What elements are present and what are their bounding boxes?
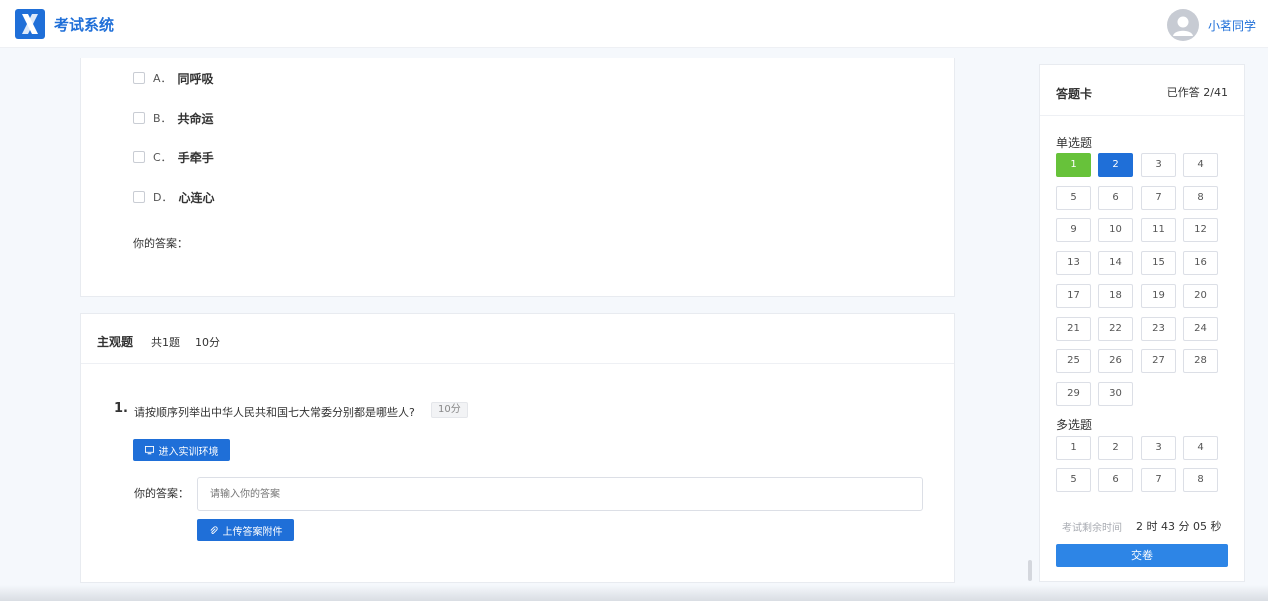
- upload-attachment-label: 上传答案附件: [222, 526, 283, 538]
- answer-input[interactable]: [197, 477, 923, 511]
- multi-question-box-6[interactable]: 6: [1098, 468, 1133, 493]
- option-key: A．: [153, 72, 172, 85]
- user-name[interactable]: 小茗同学: [1208, 17, 1256, 34]
- question-card-previous: [80, 58, 955, 297]
- timer-value: 2 时 43 分 05 秒: [1136, 520, 1222, 533]
- answer-card-header: 答题卡 已作答 2/41: [1040, 65, 1244, 116]
- your-answer-label: 你的答案：: [133, 237, 188, 250]
- single-question-box-20[interactable]: 20: [1183, 283, 1218, 308]
- enter-training-env-label: 进入实训环境: [158, 446, 219, 458]
- option-text: 手牵手: [177, 150, 214, 165]
- single-question-box-3[interactable]: 3: [1141, 153, 1176, 177]
- single-question-box-15[interactable]: 15: [1141, 251, 1176, 276]
- single-question-box-16[interactable]: 16: [1183, 251, 1218, 276]
- single-question-box-2[interactable]: 2: [1098, 153, 1133, 177]
- option-text: 共命运: [177, 111, 214, 126]
- option-d[interactable]: D． 心连心: [133, 189, 215, 205]
- single-question-box-27[interactable]: 27: [1141, 349, 1176, 374]
- option-checkbox[interactable]: [133, 112, 145, 124]
- single-question-box-28[interactable]: 28: [1183, 349, 1218, 374]
- app-logo-icon[interactable]: [15, 9, 45, 39]
- option-a[interactable]: A． 同呼吸: [133, 70, 214, 86]
- option-key: B．: [153, 112, 172, 125]
- single-question-box-6[interactable]: 6: [1098, 185, 1133, 210]
- your-answer-label: 你的答案：: [134, 487, 189, 500]
- app-title: 考试系统: [54, 16, 115, 34]
- answer-progress: 已作答 2/41: [1166, 86, 1228, 99]
- single-question-box-9[interactable]: 9: [1056, 218, 1091, 243]
- option-text: 同呼吸: [177, 71, 214, 86]
- section-title: 主观题: [97, 335, 134, 349]
- single-question-box-13[interactable]: 13: [1056, 251, 1091, 276]
- answer-card-panel: 答题卡 已作答 2/41 单选题 多选题 1 2 3 4 5 6 7 8 9 10 11 12 13 14…: [1039, 64, 1245, 582]
- single-question-box-12[interactable]: 12: [1183, 218, 1218, 243]
- question-grid[interactable]: 单选题 多选题 1 2 3 4 5 6 7 8 9 10 11 12 13 14 15 16 17 18 19 20 2…: [1040, 117, 1244, 505]
- single-question-box-10[interactable]: 10: [1098, 218, 1133, 243]
- single-question-box-7[interactable]: 7: [1141, 185, 1176, 210]
- single-question-box-24[interactable]: 24: [1183, 316, 1218, 341]
- section-header: 主观题 共1题 10分: [81, 314, 954, 364]
- subjective-section: 主观题 共1题 10分 1. 请按顺序列举出中华人民共和国七大常委分别都是哪些人…: [80, 313, 955, 583]
- single-question-box-17[interactable]: 17: [1056, 283, 1091, 308]
- multi-choice-group-title: 多选题: [1056, 417, 1093, 432]
- question-score-badge: 10分: [431, 402, 468, 418]
- window-bottom-edge: [0, 585, 1268, 601]
- single-question-box-26[interactable]: 26: [1098, 349, 1133, 374]
- single-question-box-23[interactable]: 23: [1141, 316, 1176, 341]
- single-question-box-4[interactable]: 4: [1183, 153, 1218, 177]
- single-question-box-5[interactable]: 5: [1056, 185, 1091, 210]
- submit-exam-button[interactable]: 交卷: [1056, 544, 1228, 567]
- multi-question-box-7[interactable]: 7: [1141, 468, 1176, 493]
- single-question-box-30[interactable]: 30: [1098, 381, 1133, 406]
- single-question-box-21[interactable]: 21: [1056, 316, 1091, 341]
- multi-question-box-2[interactable]: 2: [1098, 435, 1133, 460]
- single-question-box-18[interactable]: 18: [1098, 283, 1133, 308]
- single-question-box-11[interactable]: 11: [1141, 218, 1176, 243]
- multi-question-box-5[interactable]: 5: [1056, 468, 1091, 493]
- multi-question-box-1[interactable]: 1: [1056, 435, 1091, 460]
- upload-attachment-button[interactable]: 上传答案附件: [197, 519, 294, 541]
- answer-card-title: 答题卡: [1056, 87, 1093, 101]
- single-choice-group-title: 单选题: [1056, 136, 1093, 150]
- multi-question-box-8[interactable]: 8: [1183, 468, 1218, 493]
- multi-question-box-4[interactable]: 4: [1183, 435, 1218, 460]
- user-avatar-icon[interactable]: [1167, 9, 1199, 41]
- section-score: 10分: [195, 336, 220, 349]
- enter-training-env-button[interactable]: 进入实训环境: [133, 439, 230, 461]
- monitor-icon: [144, 445, 154, 454]
- single-question-box-25[interactable]: 25: [1056, 349, 1091, 374]
- single-question-box-1[interactable]: 1: [1056, 153, 1091, 177]
- option-b[interactable]: B． 共命运: [133, 110, 214, 126]
- option-c[interactable]: C． 手牵手: [133, 149, 214, 165]
- section-count: 共1题: [151, 336, 180, 349]
- option-checkbox[interactable]: [133, 191, 145, 203]
- single-question-box-19[interactable]: 19: [1141, 283, 1176, 308]
- page-scrollbar[interactable]: [1028, 560, 1032, 581]
- single-question-box-8[interactable]: 8: [1183, 185, 1218, 210]
- option-checkbox[interactable]: [133, 151, 145, 163]
- option-key: D．: [153, 191, 173, 204]
- single-question-box-14[interactable]: 14: [1098, 251, 1133, 276]
- timer-label: 考试剩余时间: [1062, 523, 1122, 534]
- top-header: 考试系统 小茗同学: [0, 0, 1268, 48]
- single-question-box-22[interactable]: 22: [1098, 316, 1133, 341]
- option-key: C．: [153, 151, 172, 164]
- paperclip-icon: [209, 525, 218, 534]
- multi-question-box-3[interactable]: 3: [1141, 435, 1176, 460]
- question-text: 请按顺序列举出中华人民共和国七大常委分别都是哪些人?: [134, 406, 415, 419]
- option-checkbox[interactable]: [133, 72, 145, 84]
- question-number: 1.: [114, 401, 128, 416]
- option-text: 心连心: [178, 190, 215, 205]
- single-question-box-29[interactable]: 29: [1056, 381, 1091, 406]
